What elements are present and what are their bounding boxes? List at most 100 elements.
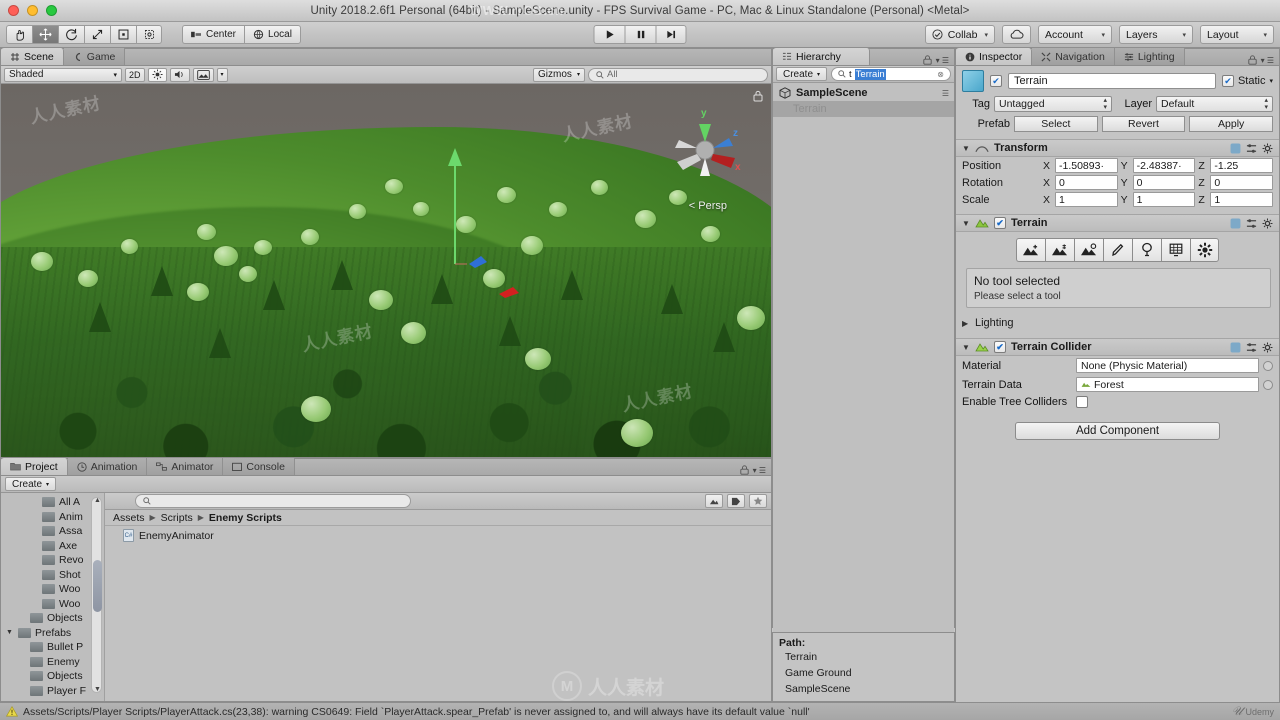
project-tree-item[interactable]: Enemy xyxy=(1,655,104,670)
pivot-space-group[interactable]: Center Local xyxy=(182,25,301,44)
component-tools[interactable] xyxy=(1230,342,1273,353)
move-tool-button[interactable] xyxy=(32,25,58,44)
tab-inspector[interactable]: Inspector xyxy=(956,48,1033,65)
project-tree-item[interactable]: Shot xyxy=(1,568,104,583)
favorites-button[interactable] xyxy=(749,494,767,508)
component-tools[interactable] xyxy=(1230,218,1273,229)
path-item-game-ground[interactable]: Game Ground xyxy=(779,665,948,681)
draw-mode-dropdown[interactable]: Shaded ▾ xyxy=(4,67,122,82)
play-button[interactable] xyxy=(593,25,625,44)
project-tree-item[interactable]: All A xyxy=(1,495,104,510)
scene-lock-icon[interactable] xyxy=(753,90,763,105)
terrain-component-header[interactable]: ▼ ✔ Terrain xyxy=(956,214,1279,232)
tab-hierarchy[interactable]: Hierarchy xyxy=(773,48,870,65)
paint-height-button[interactable] xyxy=(1045,238,1074,262)
rotation-z-input[interactable]: 0 xyxy=(1210,175,1274,190)
hand-tool-button[interactable] xyxy=(6,25,32,44)
inspector-panel-options[interactable]: ▾ ☰ xyxy=(1247,55,1279,65)
scroll-down-icon[interactable]: ▼ xyxy=(93,686,102,693)
collab-button[interactable]: Collab ▾ xyxy=(924,25,995,44)
breadcrumb-assets[interactable]: Assets xyxy=(113,512,145,524)
scene-orientation-gizmo[interactable]: y z x xyxy=(667,104,743,184)
panel-menu-icon[interactable]: ▾ ☰ xyxy=(753,466,766,475)
hierarchy-search-input[interactable]: t Terrain ⊗ xyxy=(831,67,951,81)
static-toggle[interactable]: ✔ Static ▾ xyxy=(1221,75,1273,87)
pause-button[interactable] xyxy=(624,25,656,44)
scroll-up-icon[interactable]: ▲ xyxy=(93,497,102,504)
status-bar[interactable]: Assets/Scripts/Player Scripts/PlayerAtta… xyxy=(0,702,1280,720)
scene-fx-toggle[interactable] xyxy=(192,67,214,82)
gizmos-dropdown[interactable]: Gizmos ▾ xyxy=(533,67,585,82)
scene-fx-dropdown[interactable]: ▾ xyxy=(216,67,228,82)
panel-menu-icon[interactable]: ▾ ☰ xyxy=(1261,56,1274,65)
project-search-input[interactable] xyxy=(135,494,411,508)
cloud-button[interactable] xyxy=(1002,25,1031,44)
terrain-tools-toolbar[interactable] xyxy=(956,232,1279,268)
hierarchy-tree[interactable]: SampleScene ☰ Terrain xyxy=(773,83,954,661)
hierarchy-item-samplescene[interactable]: SampleScene ☰ xyxy=(773,85,954,101)
scale-z-input[interactable]: 1 xyxy=(1210,192,1274,207)
playback-controls[interactable] xyxy=(593,25,687,44)
gameobject-enabled-checkbox[interactable]: ✔ xyxy=(990,75,1002,87)
smooth-height-button[interactable] xyxy=(1074,238,1103,262)
project-tree-item[interactable]: ▼ Prefabs xyxy=(1,626,104,641)
scene-audio-toggle[interactable] xyxy=(169,67,190,82)
terrain-collider-enabled-checkbox[interactable]: ✔ xyxy=(994,341,1006,353)
prefab-apply-button[interactable]: Apply xyxy=(1189,116,1274,132)
project-folder-tree[interactable]: All A Anim Assa Axe Revo Shot Woo Woo Objects ▼ Pr… xyxy=(1,493,105,701)
terrain-data-picker-button[interactable] xyxy=(1263,379,1273,390)
filter-by-type-button[interactable] xyxy=(705,494,723,508)
paint-texture-button[interactable] xyxy=(1103,238,1132,262)
foldout-icon[interactable]: ▼ xyxy=(5,629,14,636)
raise-lower-terrain-button[interactable] xyxy=(1016,238,1045,262)
position-z-input[interactable]: -1.25 xyxy=(1210,158,1274,173)
scrollbar-thumb[interactable] xyxy=(93,560,102,612)
hierarchy-panel-options[interactable]: ▾ ☰ xyxy=(922,55,954,65)
project-tree-item[interactable]: Assa xyxy=(1,524,104,539)
breadcrumb-scripts[interactable]: Scripts xyxy=(161,512,193,524)
hierarchy-create-button[interactable]: Create ▾ xyxy=(776,67,828,81)
project-breadcrumb[interactable]: Assets ▶ Scripts ▶ Enemy Scripts xyxy=(105,510,771,526)
rotate-tool-button[interactable] xyxy=(58,25,84,44)
layers-button[interactable]: Layers ▾ xyxy=(1119,25,1193,44)
transform-tools-group[interactable] xyxy=(6,25,162,44)
project-tree-item[interactable]: Anim xyxy=(1,510,104,525)
account-button[interactable]: Account ▾ xyxy=(1038,25,1112,44)
breadcrumb-enemy-scripts[interactable]: Enemy Scripts xyxy=(209,512,282,524)
layout-button[interactable]: Layout ▾ xyxy=(1200,25,1274,44)
terrain-enabled-checkbox[interactable]: ✔ xyxy=(994,217,1006,229)
project-tree-scrollbar[interactable]: ▲ ▼ xyxy=(91,497,102,693)
chevron-down-icon[interactable]: ▾ xyxy=(1269,77,1273,85)
filter-by-label-button[interactable] xyxy=(727,494,745,508)
2d-toggle-button[interactable]: 2D xyxy=(125,67,145,82)
project-tree-item[interactable]: Axe xyxy=(1,539,104,554)
tab-game[interactable]: Game xyxy=(63,48,126,65)
step-button[interactable] xyxy=(655,25,687,44)
space-mode-button[interactable]: Local xyxy=(244,25,301,44)
foldout-icon[interactable]: ▼ xyxy=(962,144,970,153)
tab-animator[interactable]: Animator xyxy=(147,458,224,475)
terrain-lighting-foldout[interactable]: ▶ Lighting xyxy=(956,314,1279,332)
add-component-button[interactable]: Add Component xyxy=(1015,422,1220,440)
tree-colliders-checkbox[interactable] xyxy=(1076,396,1088,408)
scene-viewport[interactable]: y z x < Persp 人人素材 人人素材 人人素材 人人素材 xyxy=(1,84,771,457)
layer-dropdown[interactable]: Default ▴ ▾ xyxy=(1156,96,1273,112)
static-checkbox[interactable]: ✔ xyxy=(1221,75,1234,87)
transform-tool-button[interactable] xyxy=(136,25,162,44)
foldout-icon[interactable]: ▼ xyxy=(962,343,970,352)
tab-lighting[interactable]: Lighting xyxy=(1114,48,1185,65)
project-tree-item[interactable]: Objects xyxy=(1,611,104,626)
material-object-field[interactable]: None (Physic Material) xyxy=(1076,358,1259,373)
tag-dropdown[interactable]: Untagged ▴ ▾ xyxy=(994,96,1112,112)
asset-list-item[interactable]: C# EnemyAnimator xyxy=(105,526,771,542)
project-create-button[interactable]: Create ▾ xyxy=(5,477,57,491)
project-tree-item[interactable]: Bullet P xyxy=(1,640,104,655)
scale-y-input[interactable]: 1 xyxy=(1132,192,1196,207)
scene-search-input[interactable]: All xyxy=(588,67,768,82)
clear-search-icon[interactable]: ⊗ xyxy=(937,70,944,79)
rotation-y-input[interactable]: 0 xyxy=(1132,175,1196,190)
project-tree-item[interactable]: Player F xyxy=(1,684,104,699)
place-trees-button[interactable] xyxy=(1132,238,1161,262)
terrain-settings-button[interactable] xyxy=(1190,238,1219,262)
position-y-input[interactable]: -2.48387· xyxy=(1132,158,1196,173)
